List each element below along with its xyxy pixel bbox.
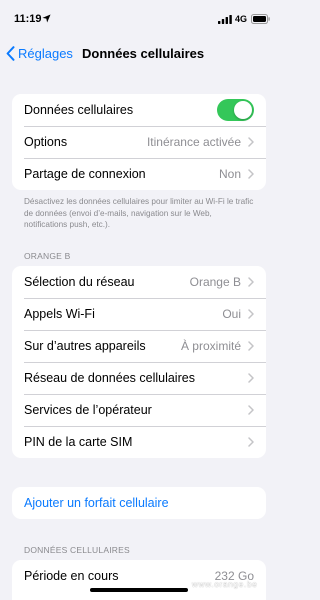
cellular-data-footnote: Désactivez les données cellulaires pour …	[24, 197, 254, 229]
wifi-calls-value: Oui	[222, 307, 241, 321]
cellular-data-label: Données cellulaires	[24, 103, 134, 117]
cellular-data-row: Données cellulaires	[12, 94, 266, 126]
network-type: 4G	[235, 14, 248, 24]
chevron-right-icon	[248, 405, 254, 415]
sim-pin-label: PIN de la carte SIM	[24, 435, 133, 449]
add-plan-link[interactable]: Ajouter un forfait cellulaire	[24, 496, 169, 510]
carrier-services-row[interactable]: Services de l’opérateur	[12, 394, 266, 426]
toggle-knob	[234, 101, 252, 119]
other-devices-label: Sur d’autres appareils	[24, 339, 146, 353]
back-button[interactable]: Réglages	[6, 42, 73, 64]
cellular-network-row[interactable]: Réseau de données cellulaires	[12, 362, 266, 394]
section-header-orange: ORANGE B	[24, 251, 71, 261]
options-label: Options	[24, 135, 68, 149]
status-bar: 11:19 4G	[0, 0, 277, 36]
network-selection-value: Orange B	[189, 275, 241, 289]
page-title: Données cellulaires	[82, 46, 205, 61]
signal-bars-icon	[218, 15, 232, 24]
other-devices-value: À proximité	[180, 339, 241, 353]
current-period-label: Période en cours	[24, 569, 119, 583]
carrier-settings-group: Sélection du réseau Orange B Appels Wi-F…	[12, 266, 266, 458]
cellular-data-toggle[interactable]	[217, 99, 254, 121]
network-selection-row[interactable]: Sélection du réseau Orange B	[12, 266, 266, 298]
chevron-left-icon	[6, 45, 15, 61]
cellular-settings-group: Données cellulaires Options Itinérance a…	[12, 94, 266, 190]
chevron-right-icon	[248, 169, 254, 179]
wifi-calls-label: Appels Wi-Fi	[24, 307, 95, 321]
chevron-right-icon	[248, 277, 254, 287]
chevron-right-icon	[248, 437, 254, 447]
chevron-right-icon	[248, 137, 254, 147]
status-time: 11:19	[14, 13, 42, 25]
home-indicator[interactable]	[90, 588, 188, 592]
battery-icon	[251, 14, 270, 24]
add-plan-group: Ajouter un forfait cellulaire	[12, 487, 266, 519]
wifi-calls-row[interactable]: Appels Wi-Fi Oui	[12, 298, 266, 330]
carrier-services-label: Services de l’opérateur	[24, 403, 152, 417]
other-devices-row[interactable]: Sur d’autres appareils À proximité	[12, 330, 266, 362]
chevron-right-icon	[248, 309, 254, 319]
back-button-label: Réglages	[18, 45, 73, 61]
chevron-right-icon	[248, 341, 254, 351]
network-selection-label: Sélection du réseau	[24, 275, 135, 289]
hotspot-row[interactable]: Partage de connexion Non	[12, 158, 266, 190]
location-arrow-icon	[42, 14, 51, 23]
cellular-network-label: Réseau de données cellulaires	[24, 371, 195, 385]
chevron-right-icon	[248, 373, 254, 383]
options-row[interactable]: Options Itinérance activée	[12, 126, 266, 158]
options-value: Itinérance activée	[146, 135, 241, 149]
hotspot-label: Partage de connexion	[24, 167, 146, 181]
sim-pin-row[interactable]: PIN de la carte SIM	[12, 426, 266, 458]
section-header-cellular-data: DONNÉES CELLULAIRES	[24, 545, 130, 555]
add-plan-row[interactable]: Ajouter un forfait cellulaire	[12, 487, 266, 519]
navigation-bar: Réglages Données cellulaires	[0, 36, 277, 70]
hotspot-value: Non	[218, 167, 241, 181]
watermark-text: www.orange.be	[192, 580, 258, 589]
